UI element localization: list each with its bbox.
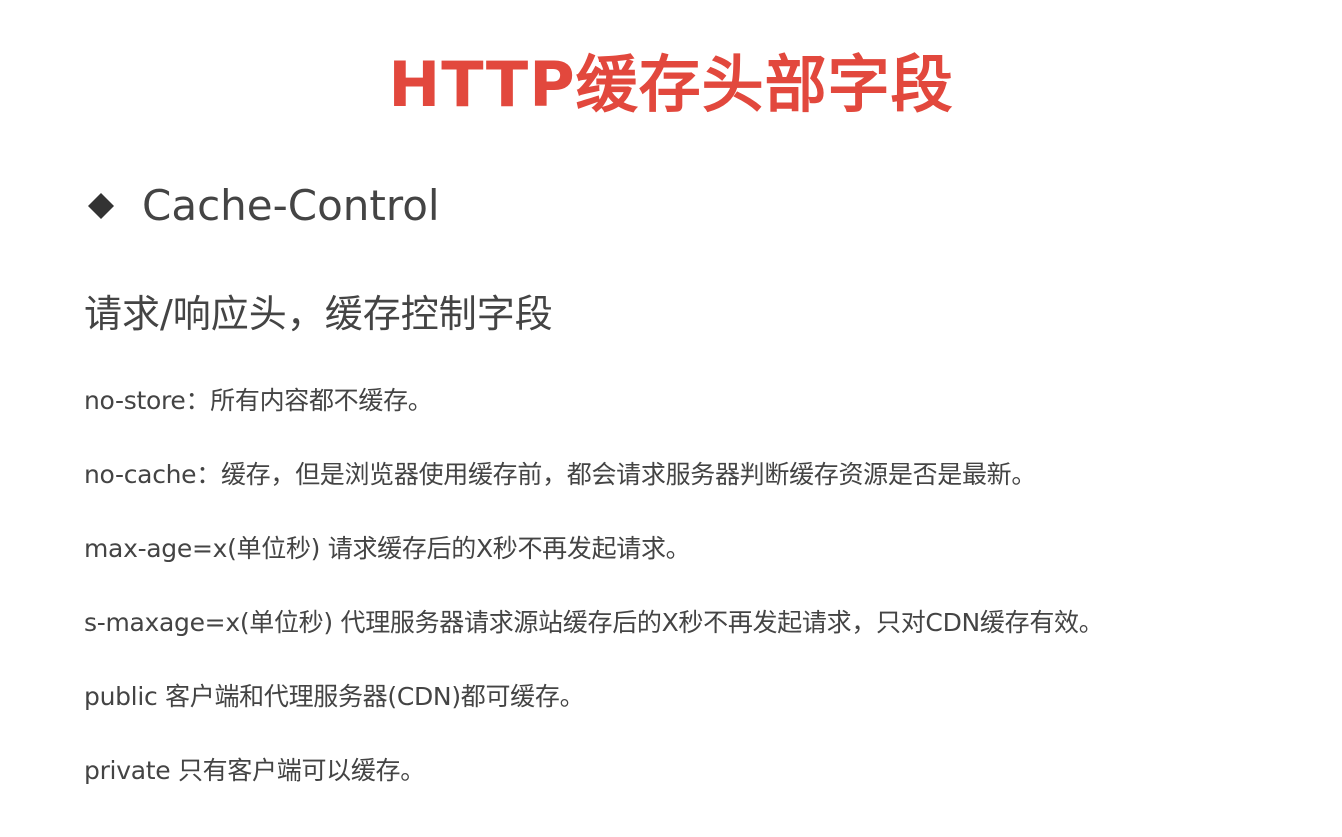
directive-key: no-store — [84, 386, 186, 415]
directive-key: public — [84, 682, 158, 711]
subtitle: 请求/响应头，缓存控制字段 — [84, 292, 553, 336]
directive-key: s-maxage=x(单位秒) — [84, 608, 333, 637]
directive-text: 只有客户端可以缓存。 — [170, 756, 425, 785]
directive-key: no-cache — [84, 460, 197, 489]
directive-text: ：所有内容都不缓存。 — [185, 386, 433, 415]
directive-list: no-store：所有内容都不缓存。 no-cache：缓存，但是浏览器使用缓存… — [84, 382, 1334, 826]
directive-text: 客户端和代理服务器(CDN)都可缓存。 — [157, 682, 585, 711]
diamond-shape — [88, 193, 114, 219]
diamond-bullet-icon — [88, 193, 114, 219]
directive-text: ：缓存，但是浏览器使用缓存前，都会请求服务器判断缓存资源是否是最新。 — [196, 460, 1037, 489]
slide: HTTP缓存头部字段 Cache-Control 请求/响应头，缓存控制字段 n… — [0, 0, 1342, 837]
directive-text: 代理服务器请求源站缓存后的X秒不再发起请求，只对CDN缓存有效。 — [332, 608, 1104, 637]
page-title: HTTP缓存头部字段 — [388, 48, 954, 121]
directive-key: max-age=x(单位秒) — [84, 534, 321, 563]
list-item: private 只有客户端可以缓存。 — [84, 752, 1334, 790]
directive-key: private — [84, 756, 171, 785]
list-item: s-maxage=x(单位秒) 代理服务器请求源站缓存后的X秒不再发起请求，只对… — [84, 604, 1334, 642]
section-heading: Cache-Control — [88, 178, 440, 234]
list-item: max-age=x(单位秒) 请求缓存后的X秒不再发起请求。 — [84, 530, 1334, 568]
list-item: no-store：所有内容都不缓存。 — [84, 382, 1334, 420]
list-item: no-cache：缓存，但是浏览器使用缓存前，都会请求服务器判断缓存资源是否是最… — [84, 456, 1334, 494]
section-label: Cache-Control — [142, 181, 440, 230]
list-item: public 客户端和代理服务器(CDN)都可缓存。 — [84, 678, 1334, 716]
directive-text: 请求缓存后的X秒不再发起请求。 — [320, 534, 691, 563]
